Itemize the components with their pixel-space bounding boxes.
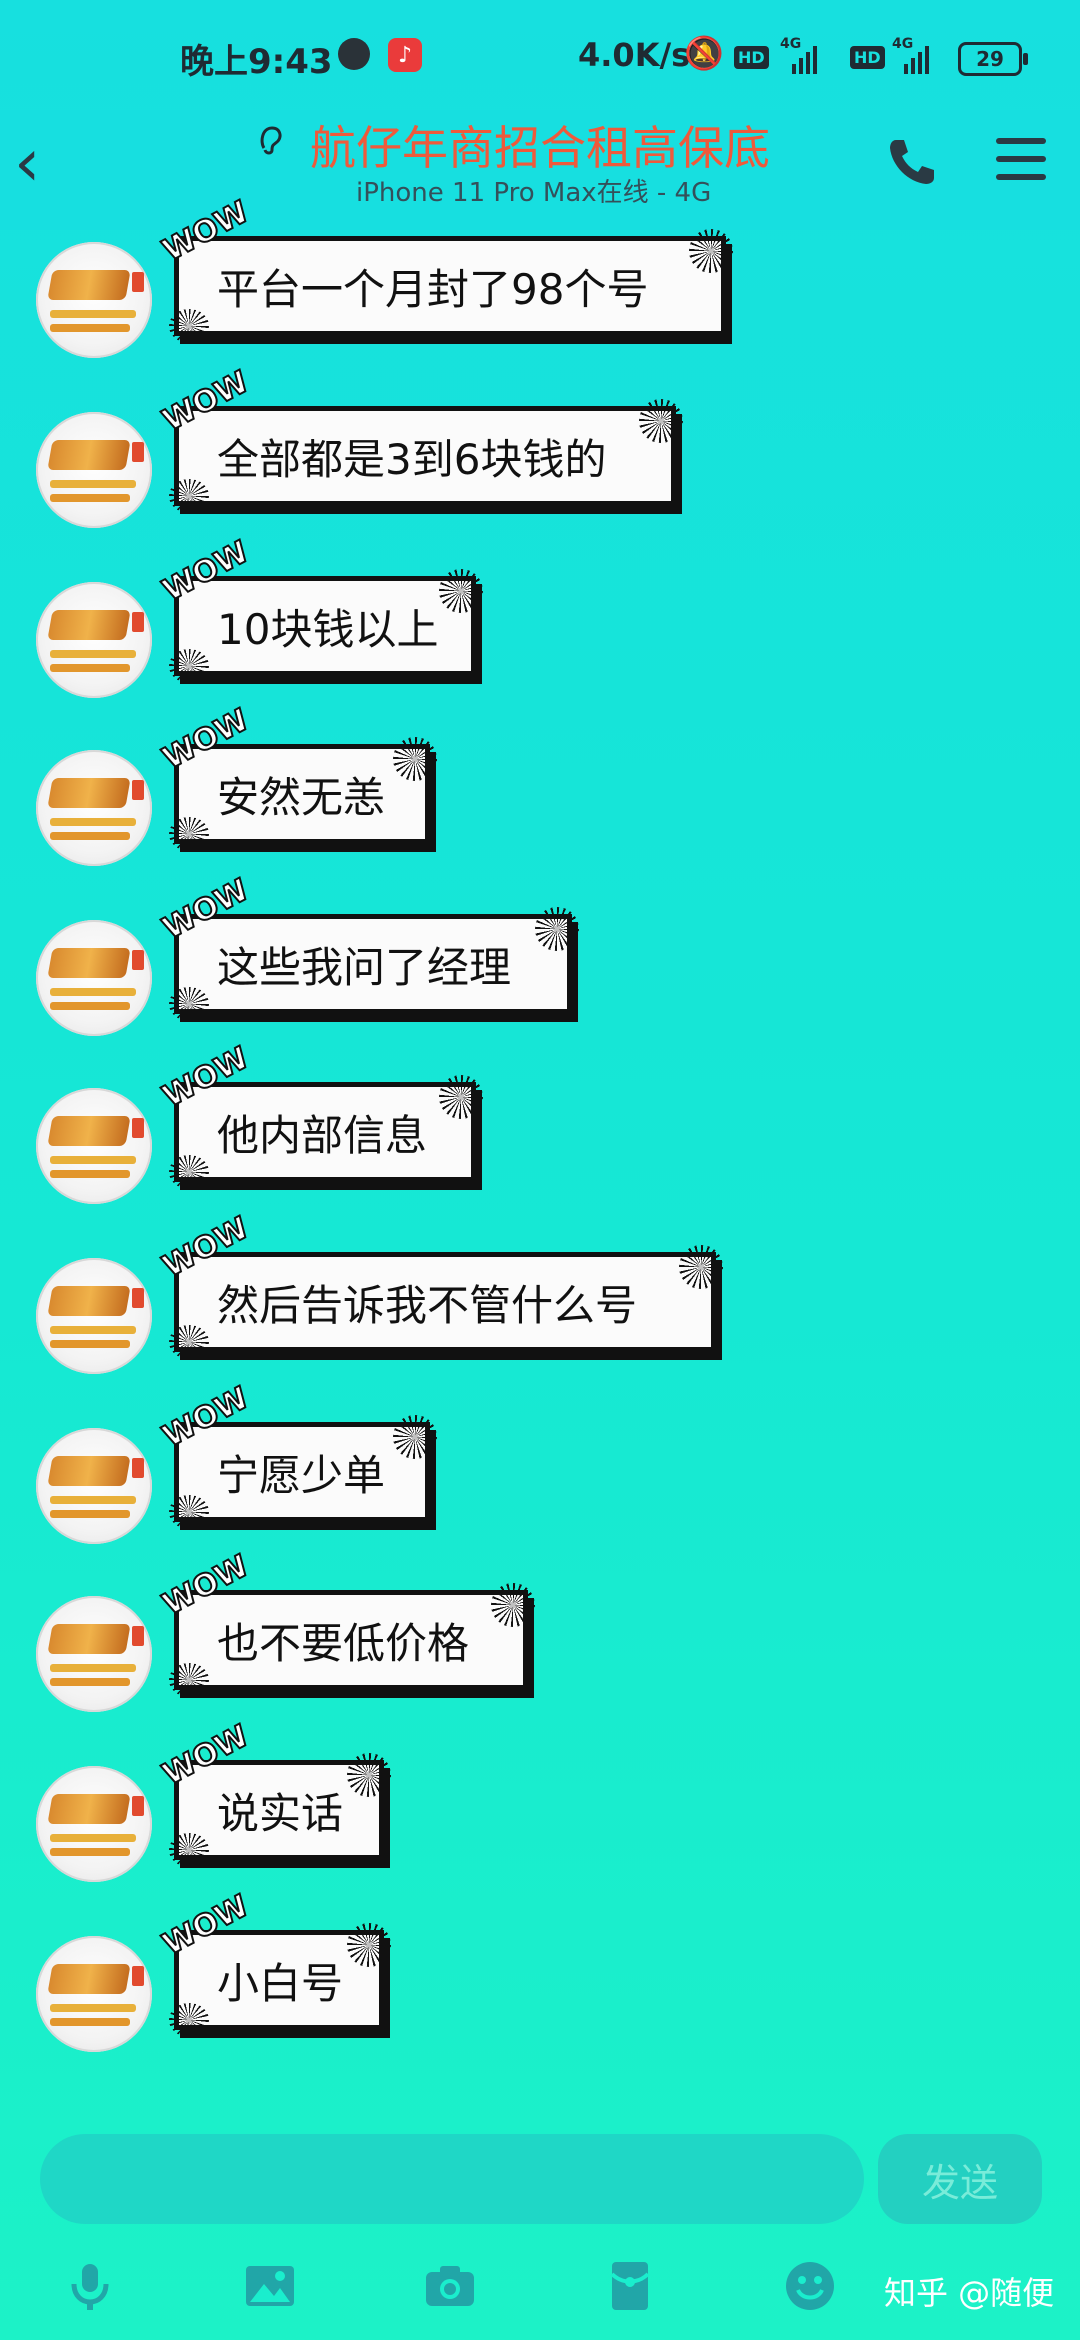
avatar[interactable]: [36, 1596, 152, 1712]
chat-subtitle: iPhone 11 Pro Max在线 - 4G: [356, 178, 712, 208]
message-bubble[interactable]: 然后告诉我不管什么号: [169, 1245, 723, 1359]
message-text: 安然无恙: [217, 772, 386, 822]
camera-icon[interactable]: [422, 2258, 478, 2314]
message-row: 说实话 WOW: [0, 1718, 1080, 1910]
message-text: 然后告诉我不管什么号: [217, 1280, 638, 1330]
avatar[interactable]: [36, 1258, 152, 1374]
signal-icon: [792, 40, 817, 74]
message-text: 小白号: [217, 1958, 344, 2008]
avatar[interactable]: [36, 750, 152, 866]
mic-icon[interactable]: [62, 2258, 118, 2314]
signal-icon-2: [904, 40, 929, 74]
message-row: 小白号 WOW: [0, 1888, 1080, 2080]
avatar[interactable]: [36, 412, 152, 528]
message-bubble[interactable]: 平台一个月封了98个号: [169, 229, 733, 343]
message-text: 宁愿少单: [217, 1450, 386, 1500]
message-text: 说实话: [217, 1788, 344, 1838]
avatar[interactable]: [36, 920, 152, 1036]
message-bubble[interactable]: 他内部信息: [169, 1075, 483, 1189]
menu-icon[interactable]: [996, 138, 1046, 184]
message-bubble[interactable]: 10块钱以上: [169, 569, 483, 683]
avatar[interactable]: [36, 242, 152, 358]
message-row: 这些我问了经理 WOW: [0, 872, 1080, 1064]
network-speed: 4.0K/s: [578, 36, 691, 74]
message-bubble[interactable]: 也不要低价格: [169, 1583, 535, 1697]
hd-badge-2: HD: [850, 46, 885, 69]
message-row: 宁愿少单 WOW: [0, 1380, 1080, 1572]
message-row: 10块钱以上 WOW: [0, 534, 1080, 726]
message-row: 然后告诉我不管什么号 WOW: [0, 1210, 1080, 1402]
avatar[interactable]: [36, 1766, 152, 1882]
phone-icon[interactable]: [882, 132, 940, 190]
hd-badge: HD: [734, 46, 769, 69]
image-icon[interactable]: [242, 2258, 298, 2314]
message-text: 他内部信息: [217, 1110, 428, 1160]
avatar[interactable]: [36, 1088, 152, 1204]
message-input[interactable]: [40, 2134, 864, 2224]
avatar[interactable]: [36, 1936, 152, 2052]
status-time: 晚上9:43: [180, 42, 333, 82]
message-text: 这些我问了经理: [217, 942, 512, 992]
avatar[interactable]: [36, 582, 152, 698]
red-packet-icon[interactable]: [602, 2258, 658, 2314]
watermark: 知乎 @随便: [884, 2274, 1055, 2312]
back-icon[interactable]: ‹: [14, 128, 64, 198]
emoji-icon[interactable]: [782, 2258, 838, 2314]
globe-icon: [338, 38, 370, 70]
message-bubble[interactable]: 全部都是3到6块钱的: [169, 399, 683, 513]
message-text: 也不要低价格: [217, 1618, 470, 1668]
message-row: 安然无恙 WOW: [0, 702, 1080, 894]
avatar[interactable]: [36, 1428, 152, 1544]
status-bar: 晚上9:43 ♪ 4.0K/s 🔕 HD 4G HD 4G 29: [0, 0, 1080, 110]
battery-icon: 29: [958, 42, 1028, 76]
send-button[interactable]: 发送: [878, 2134, 1042, 2224]
message-bubble[interactable]: 宁愿少单: [169, 1415, 437, 1529]
message-row: 也不要低价格 WOW: [0, 1548, 1080, 1740]
ear-icon: [256, 122, 286, 167]
message-bubble[interactable]: 这些我问了经理: [169, 907, 579, 1021]
mute-bell-icon: 🔕: [684, 34, 724, 72]
message-row: 他内部信息 WOW: [0, 1040, 1080, 1232]
message-row: 平台一个月封了98个号 WOW: [0, 194, 1080, 386]
message-row: 全部都是3到6块钱的 WOW: [0, 364, 1080, 556]
chat-title: 航仔年商招合租高保底: [310, 121, 770, 175]
message-text: 平台一个月封了98个号: [217, 264, 649, 314]
message-text: 全部都是3到6块钱的: [217, 434, 607, 484]
music-app-icon: ♪: [388, 38, 422, 72]
message-bubble[interactable]: 安然无恙: [169, 737, 437, 851]
message-text: 10块钱以上: [217, 604, 439, 654]
